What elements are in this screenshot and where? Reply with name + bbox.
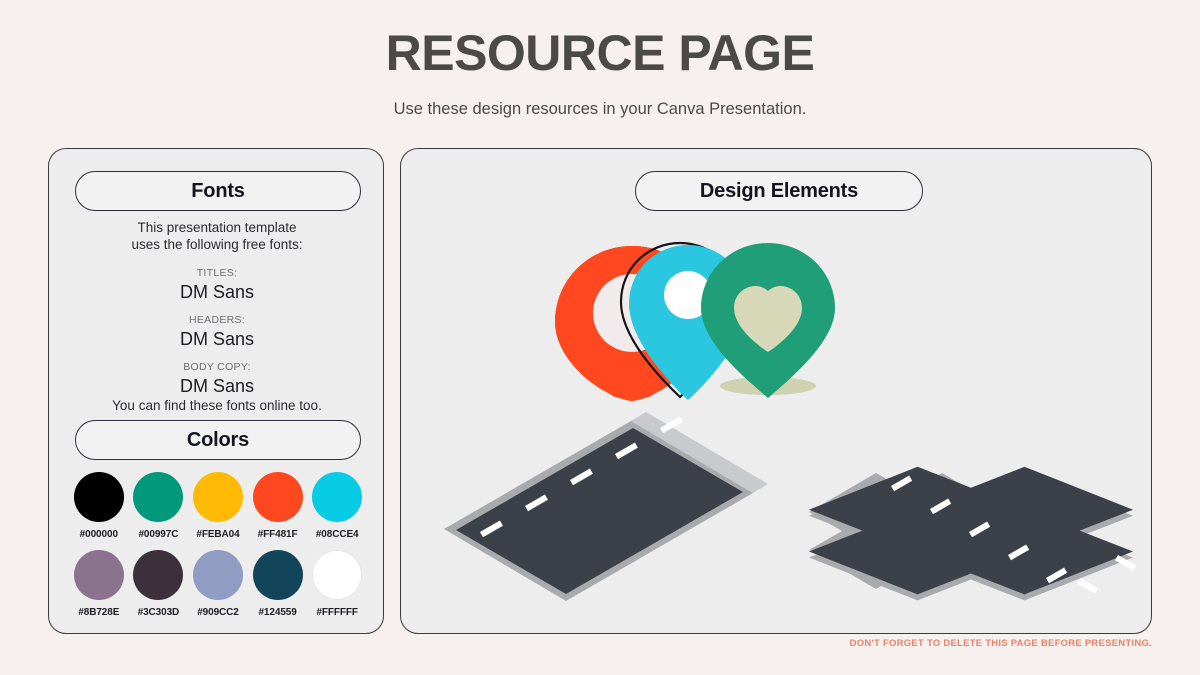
page-title: RESOURCE PAGE bbox=[385, 25, 815, 81]
color-swatch-dot bbox=[252, 472, 303, 522]
color-swatch[interactable]: #00997C bbox=[129, 472, 189, 540]
font-kind-label: HEADERS: bbox=[188, 314, 246, 326]
colors-heading-label: Colors bbox=[186, 428, 250, 451]
fonts-heading-label: Fonts bbox=[191, 179, 245, 202]
color-swatch[interactable]: #8B728E bbox=[69, 550, 129, 618]
design-elements-canvas bbox=[444, 241, 1153, 601]
color-swatch-label: #124559 bbox=[258, 607, 297, 618]
fonts-heading-pill: Fonts bbox=[75, 171, 361, 211]
color-swatch-label: #00997C bbox=[138, 529, 179, 540]
color-swatch-dot bbox=[252, 550, 303, 600]
color-swatch-label: #08CCE4 bbox=[315, 529, 359, 540]
colors-heading-pill: Colors bbox=[75, 420, 361, 460]
font-group-headers: HEADERS: DM Sans bbox=[49, 314, 385, 350]
design-elements-panel: Design Elements bbox=[400, 148, 1152, 634]
color-swatch[interactable]: #FEBA04 bbox=[188, 472, 248, 540]
color-swatch-dot bbox=[192, 472, 243, 522]
font-group-body-copy: BODY COPY: DM Sans bbox=[49, 361, 385, 397]
color-swatch-label: #FF481F bbox=[257, 529, 298, 540]
isometric-road-intersection-icon[interactable] bbox=[809, 466, 1153, 601]
color-swatch[interactable]: #08CCE4 bbox=[307, 472, 367, 540]
color-swatch-dot bbox=[312, 472, 363, 522]
map-pin-heart-icon[interactable] bbox=[701, 243, 835, 398]
color-swatch[interactable]: #3C303D bbox=[129, 550, 189, 618]
color-swatch-label: #3C303D bbox=[137, 607, 180, 618]
color-swatch-dot bbox=[133, 472, 184, 522]
font-group-titles: TITLES: DM Sans bbox=[49, 267, 385, 303]
color-swatch-label: #909CC2 bbox=[197, 607, 239, 618]
color-swatch-label: #FEBA04 bbox=[196, 529, 240, 540]
font-kind-label: TITLES: bbox=[196, 267, 238, 279]
fonts-intro: This presentation template uses the foll… bbox=[49, 219, 385, 254]
color-swatch[interactable]: #FF481F bbox=[248, 472, 308, 540]
color-swatch-dot bbox=[312, 550, 363, 600]
color-swatch-dot bbox=[73, 472, 124, 522]
delete-page-warning: DON'T FORGET TO DELETE THIS PAGE BEFORE … bbox=[849, 638, 1152, 649]
fonts-outro: You can find these fonts online too. bbox=[112, 398, 322, 413]
color-swatch-dot bbox=[133, 550, 184, 600]
font-name-value: DM Sans bbox=[179, 375, 255, 396]
color-swatch-dot bbox=[73, 550, 124, 600]
font-name-value: DM Sans bbox=[179, 328, 255, 349]
font-kind-label: BODY COPY: bbox=[183, 361, 251, 373]
color-swatch-dot bbox=[192, 550, 243, 600]
color-swatch-grid: #000000 #00997C #FEBA04 #FF481F #08CCE4 #8B72… bbox=[69, 472, 367, 618]
font-name-value: DM Sans bbox=[179, 281, 255, 302]
isometric-road-straight-icon[interactable] bbox=[444, 412, 768, 601]
color-swatch[interactable]: #124559 bbox=[248, 550, 308, 618]
color-swatch[interactable]: #000000 bbox=[69, 472, 129, 540]
color-swatch-label: #000000 bbox=[79, 529, 118, 540]
fonts-intro-line-2: uses the following free fonts: bbox=[131, 237, 303, 253]
color-swatch[interactable]: #FFFFFF bbox=[307, 550, 367, 618]
fonts-and-colors-panel: Fonts This presentation template uses th… bbox=[48, 148, 384, 634]
fonts-intro-line-1: This presentation template bbox=[137, 220, 297, 235]
color-swatch-label: #8B728E bbox=[78, 607, 120, 618]
color-swatch[interactable]: #909CC2 bbox=[188, 550, 248, 618]
color-swatch-label: #FFFFFF bbox=[316, 607, 358, 618]
page-subtitle: Use these design resources in your Canva… bbox=[393, 100, 807, 118]
slide-canvas: RESOURCE PAGE Use these design resources… bbox=[0, 0, 1200, 675]
